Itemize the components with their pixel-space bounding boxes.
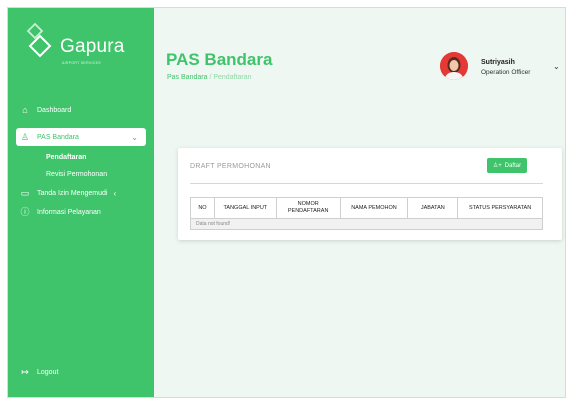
column-header: NO xyxy=(190,197,215,219)
sidebar-item-pas-bandara[interactable]: ♙ PAS Bandara ⌄ xyxy=(16,128,146,146)
logo-tagline: AIRPORT SERVICES xyxy=(62,61,101,65)
empty-message: Data not found! xyxy=(190,218,543,230)
logout-icon: ↦ xyxy=(21,366,29,377)
logout-label: Logout xyxy=(37,368,59,376)
column-header: NAMA PEMOHON xyxy=(339,197,409,219)
sidebar: Gapura AIRPORT SERVICES ⌂ Dashboard ♙ PA… xyxy=(8,8,154,397)
breadcrumb-current: Pendaftaran xyxy=(213,74,252,81)
user-icon: ♙ xyxy=(20,131,30,142)
draft-card: DRAFT PERMOHONAN ♙+ Daftar NO TANGGAL IN… xyxy=(178,148,562,240)
info-icon: ⓘ xyxy=(20,206,30,217)
avatar[interactable] xyxy=(440,52,468,80)
card-title: DRAFT PERMOHONAN xyxy=(190,163,271,170)
home-icon: ⌂ xyxy=(22,104,28,115)
divider xyxy=(190,183,543,184)
sidebar-item-label: Tanda Izin Mengemudi xyxy=(37,189,108,197)
column-header: STATUS PERSYARATAN xyxy=(457,197,543,219)
logo-name: Gapura xyxy=(60,36,125,57)
chevron-down-icon: ⌄ xyxy=(131,132,138,142)
sidebar-item-informasi-pelayanan[interactable]: ⓘ Informasi Pelayanan xyxy=(16,203,146,221)
table-row: Data not found! xyxy=(190,218,543,230)
sidebar-item-dashboard[interactable]: ⌂ Dashboard xyxy=(16,101,146,119)
column-header: NOMOR PENDAFTARAN xyxy=(275,197,341,219)
card-icon: ▭ xyxy=(20,187,30,198)
sidebar-subitem-revisi-permohonan[interactable]: Revisi Permohonan xyxy=(46,171,107,178)
add-user-icon: ♙+ xyxy=(492,163,502,169)
gapura-diamond-icon xyxy=(26,22,52,58)
sidebar-item-label: Informasi Pelayanan xyxy=(37,208,101,216)
chevron-left-icon: ‹ xyxy=(113,188,117,198)
column-header: TANGGAL INPUT xyxy=(213,197,277,219)
logout-button[interactable]: ↦ Logout xyxy=(16,363,146,381)
gapura-logo[interactable]: Gapura AIRPORT SERVICES xyxy=(26,22,136,72)
page-title: PAS Bandara xyxy=(166,50,273,69)
user-menu-chevron-icon[interactable]: ⌄ xyxy=(553,62,560,71)
breadcrumb-root[interactable]: Pas Bandara xyxy=(167,74,207,81)
breadcrumb: Pas Bandara / Pendaftaran xyxy=(167,74,252,81)
sidebar-item-label: Dashboard xyxy=(37,106,72,114)
sidebar-item-label: PAS Bandara xyxy=(37,133,79,141)
user-role: Operation Officer xyxy=(481,69,531,76)
daftar-button[interactable]: ♙+ Daftar xyxy=(487,158,527,173)
breadcrumb-separator: / xyxy=(209,74,212,81)
app-window: Gapura AIRPORT SERVICES ⌂ Dashboard ♙ PA… xyxy=(7,7,566,398)
user-photo-icon xyxy=(440,52,468,80)
sidebar-subitem-pendaftaran[interactable]: Pendaftaran xyxy=(46,154,86,161)
table-header-row: NO TANGGAL INPUT NOMOR PENDAFTARAN NAMA … xyxy=(190,197,543,219)
user-name: Sutriyasih xyxy=(481,59,515,66)
sidebar-item-tanda-izin-mengemudi[interactable]: ▭ Tanda Izin Mengemudi ‹ xyxy=(16,184,146,202)
daftar-label: Daftar xyxy=(504,162,522,169)
draft-table: NO TANGGAL INPUT NOMOR PENDAFTARAN NAMA … xyxy=(190,197,543,230)
column-header: JABATAN xyxy=(407,197,459,219)
